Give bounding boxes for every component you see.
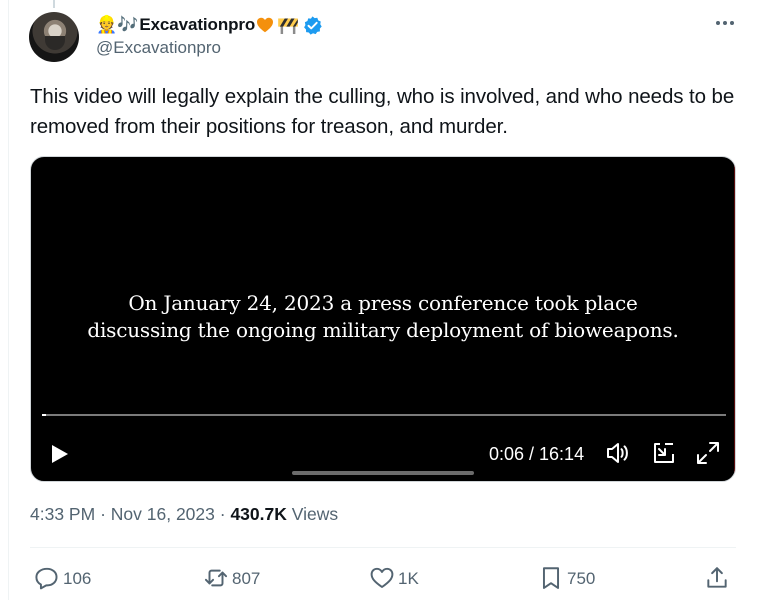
tweet-meta: 4:33 PM · Nov 16, 2023 · 430.7K Views [30,504,338,525]
video-scroll-handle [292,471,474,475]
repost-count: 807 [232,568,261,588]
reply-icon [35,567,58,590]
play-icon[interactable] [47,442,71,466]
author-display-name[interactable]: Excavationpro [139,15,255,35]
avatar[interactable] [29,12,79,62]
bookmark-button[interactable]: 750 [538,565,595,591]
verified-badge-icon[interactable] [302,15,323,36]
video-progress-bar[interactable] [42,414,726,416]
name-prefix-emoji: 👷🎶 [96,15,139,34]
like-count: 1K [398,568,419,588]
video-caption: On January 24, 2023 a press conference t… [31,290,735,344]
orange-heart-icon [257,17,274,33]
share-icon [707,567,727,588]
video-progress-fill [42,414,47,416]
video-caption-line-2: discussing the ongoing military deployme… [87,318,679,342]
action-bar-divider [30,547,736,548]
fullscreen-icon[interactable] [695,440,721,466]
thread-connector-line [53,0,55,8]
timeline-left-border [8,0,9,600]
views-label: Views [291,504,339,524]
repost-icon [204,569,228,587]
tweet-text: This video will legally explain the cull… [30,85,735,138]
meta-separator: · [219,504,226,524]
more-horizontal-icon[interactable] [713,14,737,32]
author-handle[interactable]: @Excavationpro [96,38,221,58]
share-button[interactable] [704,565,733,591]
reply-count: 106 [63,568,92,588]
video-time-display: 0:06 / 16:14 [489,444,585,464]
picture-in-picture-icon[interactable] [651,440,677,466]
video-caption-line-1: On January 24, 2023 a press conference t… [128,291,638,315]
construction-barrier-icon [278,18,299,34]
like-button[interactable]: 1K [369,565,419,591]
bookmark-icon [542,567,560,589]
tweet-date[interactable]: Nov 16, 2023 [111,504,215,524]
video-player[interactable]: On January 24, 2023 a press conference t… [30,156,736,482]
meta-separator: · [100,504,106,524]
tweet-time[interactable]: 4:33 PM [30,504,95,524]
views-count: 430.7K [230,504,287,524]
heart-icon [370,567,394,588]
repost-button[interactable]: 807 [203,565,260,591]
volume-icon[interactable] [605,440,631,466]
author-name-row[interactable]: 👷🎶 Excavationpro [96,13,323,37]
reply-button[interactable]: 106 [34,565,91,591]
bookmark-count: 750 [567,568,596,588]
